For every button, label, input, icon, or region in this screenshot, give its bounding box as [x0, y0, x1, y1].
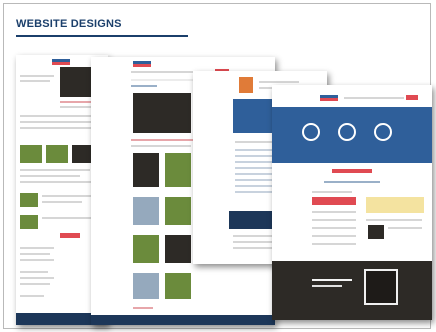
gallery-photo [165, 235, 191, 263]
slide: WEBSITE DESIGNS [0, 0, 436, 332]
gallery-photo [165, 273, 191, 299]
agility-photo [46, 145, 68, 163]
gallery-photo [133, 235, 159, 263]
dog-photo [133, 93, 191, 133]
gallery-photo [165, 197, 191, 225]
dog-photo [368, 225, 384, 239]
info-icon [302, 123, 320, 141]
slide-title: WEBSITE DESIGNS [16, 18, 122, 30]
logo-icon [320, 95, 338, 102]
dog-photo [364, 269, 398, 305]
logo-icon [133, 61, 151, 68]
photo-thumb [20, 193, 38, 207]
cta-button [60, 233, 80, 238]
cta-button [332, 169, 372, 173]
nav-button [406, 95, 418, 100]
gallery-photo [133, 153, 159, 187]
photo-thumb [20, 215, 38, 229]
bird-icon [374, 123, 392, 141]
agility-photo [20, 145, 42, 163]
logo-icon [52, 59, 70, 66]
gallery-photo [133, 273, 159, 299]
website-mockup-4 [272, 85, 432, 320]
footer-dog-photo [272, 261, 432, 320]
gallery-photo [165, 153, 191, 187]
title-underline [16, 35, 188, 37]
footer-bar [91, 315, 275, 325]
news-card [366, 197, 424, 213]
location-icon [338, 123, 356, 141]
gallery-photo [133, 197, 159, 225]
list-header [312, 197, 356, 205]
shield-icon [239, 77, 253, 93]
